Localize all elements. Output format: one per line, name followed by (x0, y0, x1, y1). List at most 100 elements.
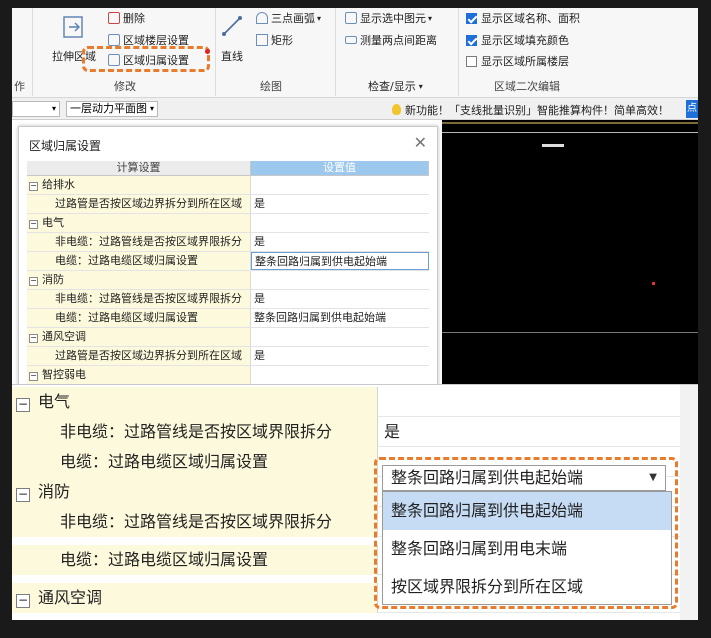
show-floor-checkbox[interactable]: 显示区域所属楼层 (466, 53, 569, 69)
arc-label: 三点画弧 (271, 12, 315, 25)
collapse-icon[interactable]: − (29, 220, 38, 229)
measure-icon (345, 36, 357, 44)
grid-row-value[interactable] (251, 328, 429, 346)
collapse-icon[interactable]: − (29, 334, 38, 343)
grid-row-label: 电气 (42, 216, 64, 229)
rectangle-tool-button[interactable]: 矩形 (256, 32, 293, 48)
checkbox-unchecked-icon (466, 55, 477, 67)
grid-row-value[interactable]: 是 (251, 347, 429, 365)
screenshot-frame: 作 拉伸区域 删除 区域楼层设置 区域归属设置 修改 直线 三点画弧 ▾ 矩形 … (0, 0, 711, 638)
grid-category-row[interactable]: − 给排水 (27, 176, 429, 195)
collapse-icon[interactable]: − (16, 398, 30, 412)
grid-category-row[interactable]: − 智控弱电 (27, 366, 429, 385)
grid-category-row[interactable]: − 消防 (27, 271, 429, 290)
left-combo[interactable]: ▾ (12, 101, 60, 117)
grid-row-value[interactable]: 是 (251, 195, 429, 213)
grid-row[interactable]: 电缆：过路电缆区域归属设置 整条回路归属到供电起始端 (27, 309, 429, 328)
grid-header: 计算设置 设置值 (27, 161, 429, 176)
show-name-area-checkbox[interactable]: 显示区域名称、面积 (466, 10, 580, 26)
grid-row-value[interactable]: 整条回路归属到供电起始端 (251, 252, 429, 270)
settings-grid: 计算设置 设置值 − 给排水 过路管是否按区域边界拆分到所在区域是 − 电气 非电缆：过路… (27, 161, 429, 385)
grid-row-value[interactable]: 整条回路归属到供电起始端 (251, 309, 429, 327)
grid-row-label: 非电缆：过路管线是否按区域界限拆分 (55, 235, 242, 248)
collapse-icon[interactable]: − (29, 277, 38, 286)
grid-row-label: 给排水 (42, 178, 75, 191)
grid-category-row[interactable]: − 电气 (27, 214, 429, 233)
region-floor-icon (108, 34, 120, 46)
grid-category-row[interactable]: − 通风空调 (27, 328, 429, 347)
zoom-cat-electric: 电气 (38, 392, 71, 411)
chevron-down-icon: ▾ (418, 81, 423, 91)
show-selected-icon (345, 12, 357, 24)
grid-row-value[interactable] (251, 176, 429, 194)
show-selected-label: 显示选中图元 (360, 12, 426, 25)
zoom-noncable-value[interactable]: 是 (378, 417, 678, 447)
grid-row-value[interactable] (251, 214, 429, 232)
arc-tool-button[interactable]: 三点画弧 ▾ (256, 10, 321, 26)
measure-distance-button[interactable]: 测量两点间距离 (345, 32, 437, 48)
indicator-dot (205, 49, 210, 54)
rectangle-icon (256, 34, 268, 46)
region2-group-label: 区域二次编辑 (494, 80, 560, 93)
zoom-inset: − 电气 非电缆：过路管线是否按区域界限拆分 是 电缆：过路电缆区域归属设置 − 消… (12, 384, 698, 620)
check-group-expander[interactable]: 检查/显示 ▾ (368, 78, 423, 94)
floor-combo[interactable]: 一层动力平面图 ▾ (66, 101, 158, 117)
grid-row-value[interactable]: 是 (251, 290, 429, 308)
chevron-down-icon: ▾ (51, 104, 56, 113)
collapse-icon[interactable]: − (16, 488, 30, 502)
ribbon-separator (32, 8, 33, 96)
ribbon: 作 拉伸区域 删除 区域楼层设置 区域归属设置 修改 直线 三点画弧 ▾ 矩形 … (12, 8, 698, 98)
delete-label: 删除 (123, 12, 145, 25)
grid-row-label: 通风空调 (42, 330, 86, 343)
notice-button[interactable]: 点 (686, 100, 698, 118)
dialog-title: 区域归属设置 (29, 139, 102, 153)
zoom-noncable-label: 非电缆：过路管线是否按区域界限拆分 (60, 422, 333, 441)
show-selected-button[interactable]: 显示选中图元 ▾ (345, 10, 432, 26)
zoom-cable-label: 电缆：过路电缆区域归属设置 (60, 452, 269, 471)
chevron-down-icon: ▾ (428, 13, 433, 23)
grid-row-label: 非电缆：过路管线是否按区域界限拆分 (55, 292, 242, 305)
grid-row[interactable]: 过路管是否按区域边界拆分到所在区域是 (27, 347, 429, 366)
close-icon[interactable]: ✕ (414, 133, 427, 152)
show-fill-color-checkbox[interactable]: 显示区域填充颜色 (466, 32, 569, 48)
check-group-label: 检查/显示 (368, 80, 416, 93)
rectangle-label: 矩形 (271, 34, 293, 47)
grid-row-label: 电缆：过路电缆区域归属设置 (55, 254, 198, 267)
draw-group-label: 绘图 (260, 80, 282, 93)
grid-row[interactable]: 过路管是否按区域边界拆分到所在区域是 (27, 195, 429, 214)
header-value: 设置值 (251, 161, 429, 176)
cad-line (542, 144, 564, 147)
ribbon-separator (335, 8, 336, 96)
grid-row-value[interactable] (251, 366, 429, 384)
grid-row-label: 电缆：过路电缆区域归属设置 (55, 311, 198, 324)
line-tool-button[interactable]: 直线 (220, 14, 244, 64)
grid-row[interactable]: 电缆：过路电缆区域归属设置 整条回路归属到供电起始端 (27, 252, 429, 271)
toolbar: ▾ 一层动力平面图 ▾ 新功能！「支线批量识别」智能推算构件！简单高效！ 点 (12, 98, 698, 120)
line-label: 直线 (221, 50, 243, 63)
measure-label: 测量两点间距离 (360, 34, 437, 47)
grid-body: − 给排水 过路管是否按区域边界拆分到所在区域是 − 电气 非电缆：过路管线是否按区域界限… (27, 176, 429, 385)
grid-row-value[interactable]: 是 (251, 233, 429, 251)
grid-row[interactable]: 非电缆：过路管线是否按区域界限拆分是 (27, 233, 429, 252)
delete-button[interactable]: 删除 (108, 10, 145, 26)
ribbon-group-left-label: 作 (14, 80, 25, 93)
zoom-row-noncable[interactable]: 非电缆：过路管线是否按区域界限拆分 是 (12, 417, 698, 447)
grid-row[interactable]: 非电缆：过路管线是否按区域界限拆分是 (27, 290, 429, 309)
new-feature-notice[interactable]: 新功能！「支线批量识别」智能推算构件！简单高效！ (392, 102, 669, 118)
cad-line (442, 132, 698, 133)
collapse-icon[interactable]: − (16, 594, 30, 608)
floor-combo-value: 一层动力平面图 (70, 102, 147, 115)
checkbox-checked-icon (466, 12, 477, 24)
stretch-region-icon (63, 16, 83, 38)
collapse-icon[interactable]: − (29, 372, 38, 381)
arc-icon (256, 12, 268, 24)
collapse-icon[interactable]: − (29, 182, 38, 191)
zoom-cat-hvac: 通风空调 (38, 588, 103, 607)
region-owner-dialog: 区域归属设置 ✕ 计算设置 设置值 − 给排水 过路管是否按区域边界拆分到所在区域是… (18, 126, 438, 386)
delete-icon (108, 12, 120, 24)
grid-row-value[interactable] (251, 271, 429, 289)
zoom-row2-noncable-label: 非电缆：过路管线是否按区域界限拆分 (60, 512, 333, 531)
zoom-row-electric[interactable]: − 电气 (12, 387, 698, 417)
chevron-down-icon: ▾ (317, 13, 322, 23)
grid-row-label: 过路管是否按区域边界拆分到所在区域 (55, 197, 242, 210)
